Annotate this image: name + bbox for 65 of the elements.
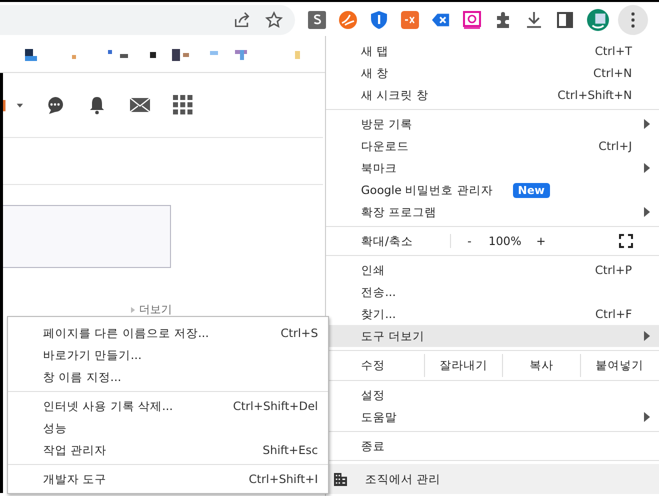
edit-button[interactable]: 붙여넣기 (580, 354, 658, 377)
puzzle-icon[interactable] (494, 11, 512, 29)
menu-item[interactable]: 전송... (326, 281, 659, 303)
menu-item[interactable]: 도움말 (326, 406, 659, 428)
submenu-arrow-icon (644, 412, 650, 422)
x-tag-icon[interactable] (432, 11, 450, 29)
submenu-item[interactable]: 성능 (8, 417, 328, 439)
shortcut-label: Ctrl+Shift+Del (233, 399, 318, 413)
menu-item[interactable]: 새 창 Ctrl+N (326, 62, 659, 84)
extension-icon[interactable] (401, 11, 419, 29)
menu-item[interactable]: 새 시크릿 창 Ctrl+Shift+N (326, 84, 659, 106)
edit-button[interactable]: 잘라내기 (424, 354, 502, 377)
menu-item[interactable]: 인쇄 Ctrl+P (326, 259, 659, 281)
shortcut-label: Ctrl+J (598, 139, 632, 153)
submenu-item[interactable]: 바로가기 만들기... (8, 344, 328, 366)
fullscreen-icon[interactable] (619, 234, 633, 248)
menu-item[interactable]: 설정 (326, 384, 659, 406)
apps-grid-icon[interactable] (173, 95, 193, 115)
extension-icon[interactable] (339, 11, 357, 29)
download-icon[interactable] (525, 11, 543, 29)
submenu-arrow-icon (644, 207, 650, 217)
menu-item[interactable]: 확장 프로그램 (326, 201, 659, 223)
menu-item[interactable]: 북마크 (326, 157, 659, 179)
share-icon[interactable] (233, 11, 251, 29)
menu-item[interactable]: 다운로드 Ctrl+J (326, 135, 659, 157)
submenu-item[interactable]: 작업 관리자 Shift+Esc (8, 439, 328, 461)
building-icon (334, 472, 347, 486)
shortcut-label: Ctrl+Shift+N (558, 88, 632, 102)
avatar-icon[interactable] (587, 9, 609, 31)
shortcut-label: Ctrl+N (593, 66, 632, 80)
menu-item[interactable]: 새 탭 Ctrl+T (326, 40, 659, 62)
edit-label: 수정 (360, 358, 386, 373)
shortcut-label: Ctrl+Shift+I (248, 472, 318, 486)
s-extension-icon[interactable] (308, 11, 326, 29)
more-link[interactable]: 더보기 (139, 302, 172, 317)
zoom-in-button[interactable]: + (522, 234, 560, 248)
new-badge: New (512, 182, 550, 198)
shortcut-label: Ctrl+F (595, 307, 632, 321)
shortcut-label: Ctrl+S (280, 326, 318, 340)
menu-icon[interactable] (618, 5, 648, 35)
submenu-arrow-icon (644, 119, 650, 129)
menu-item[interactable]: 방문 기록 (326, 113, 659, 135)
shield-icon[interactable] (370, 11, 388, 29)
submenu-arrow-icon (644, 163, 650, 173)
shortcut-label: Ctrl+P (594, 263, 632, 277)
edit-button[interactable]: 복사 (502, 354, 580, 377)
zoom-label: 확대/축소 (360, 234, 414, 248)
menu-item[interactable]: Google 비밀번호 관리자 New (326, 179, 659, 201)
menu-item[interactable]: 종료 (326, 435, 659, 457)
submenu-item[interactable]: 페이지를 다른 이름으로 저장... Ctrl+S (8, 322, 328, 344)
mail-icon[interactable] (129, 95, 151, 115)
menu-item[interactable]: 도구 더보기 (326, 325, 659, 347)
submenu-arrow-icon (644, 331, 650, 341)
shortcut-label: Shift+Esc (262, 443, 318, 457)
submenu-item[interactable]: 창 이름 지정... (8, 366, 328, 388)
star-icon[interactable] (265, 11, 283, 29)
menu-item[interactable]: 찾기... Ctrl+F (326, 303, 659, 325)
zoom-out-button[interactable]: - (450, 234, 488, 248)
side-panel-icon[interactable] (556, 11, 574, 29)
zoom-level: 100% (488, 234, 522, 248)
screen-icon[interactable] (463, 11, 481, 29)
submenu-item[interactable]: 개발자 도구 Ctrl+Shift+I (8, 468, 328, 490)
managed-by-organization-item[interactable]: 조직에서 관리 (326, 464, 659, 494)
submenu-item[interactable]: 인터넷 사용 기록 삭제... Ctrl+Shift+Del (8, 395, 328, 417)
shortcut-label: Ctrl+T (594, 44, 632, 58)
